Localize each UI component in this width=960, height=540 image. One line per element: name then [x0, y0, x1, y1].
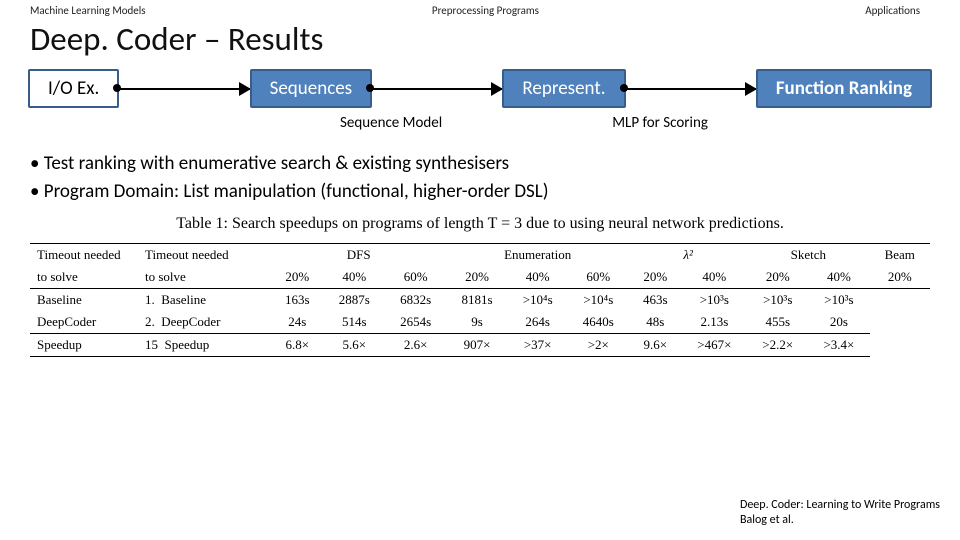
- flow-node-represent: Represent.: [502, 69, 625, 108]
- citation-line: Deep. Coder: Learning to Write Programs: [740, 498, 940, 513]
- th: 40%: [682, 266, 748, 289]
- td: 8181s: [446, 289, 507, 312]
- td: 455s: [747, 311, 808, 334]
- table-main: Timeout needed DFS Enumeration λ² Sketch…: [138, 243, 930, 357]
- td: 163s: [271, 289, 324, 312]
- label-ml-models: Machine Learning Models: [30, 4, 146, 17]
- flow-sublabels: Sequence Model MLP for Scoring: [0, 112, 960, 146]
- dot-icon: [113, 84, 121, 92]
- dot-icon: [620, 84, 628, 92]
- citation: Deep. Coder: Learning to Write Programs …: [740, 498, 940, 528]
- table-left-stub: Timeout needed to solve Baseline DeepCod…: [30, 243, 138, 357]
- td: 48s: [629, 311, 682, 334]
- td: 9s: [446, 311, 507, 334]
- td: >37×: [508, 334, 568, 357]
- th: 20%: [271, 266, 324, 289]
- td: 2. DeepCoder: [138, 311, 271, 334]
- th: to solve: [30, 266, 138, 289]
- td: 514s: [324, 311, 385, 334]
- td: 24s: [271, 311, 324, 334]
- td: 907×: [446, 334, 507, 357]
- arrow-icon: [372, 88, 502, 90]
- flow-sublabel-mlp: MLP for Scoring: [612, 114, 708, 132]
- td: 20s: [808, 311, 869, 334]
- td: 264s: [508, 311, 568, 334]
- th: 20%: [629, 266, 682, 289]
- flow-sublabel-sequence-model: Sequence Model: [340, 114, 442, 132]
- bullet-list: Test ranking with enumerative search & e…: [0, 146, 960, 215]
- td: >10⁴s: [568, 289, 629, 312]
- th: 40%: [808, 266, 869, 289]
- td: DeepCoder: [30, 311, 138, 334]
- th: Enumeration: [446, 244, 629, 267]
- th: λ²: [629, 244, 747, 267]
- td: 4640s: [568, 311, 629, 334]
- th: 40%: [324, 266, 385, 289]
- bullet-item: Program Domain: List manipulation (funct…: [30, 178, 960, 206]
- label-applications: Applications: [865, 4, 920, 17]
- arrow-icon: [626, 88, 756, 90]
- th: Sketch: [747, 244, 869, 267]
- citation-line: Balog et al.: [740, 513, 940, 528]
- table-caption: Table 1: Search speedups on programs of …: [30, 215, 930, 233]
- td: >10³s: [682, 289, 748, 312]
- td: >10⁴s: [508, 289, 568, 312]
- td: 1. Baseline: [138, 289, 271, 312]
- td: 6.8×: [271, 334, 324, 357]
- th: 20%: [870, 266, 930, 289]
- td: Speedup: [30, 334, 138, 357]
- td: 2654s: [385, 311, 446, 334]
- flow-diagram: I/O Ex. Sequences Represent. Function Ra…: [0, 69, 960, 112]
- td: >467×: [682, 334, 748, 357]
- th: 40%: [508, 266, 568, 289]
- top-labels: Machine Learning Models Preprocessing Pr…: [0, 0, 960, 17]
- td: 9.6×: [629, 334, 682, 357]
- th: Beam: [870, 244, 930, 267]
- th: DFS: [271, 244, 446, 267]
- dot-icon: [366, 84, 374, 92]
- th: Timeout needed: [138, 244, 271, 267]
- arrow-icon: [119, 88, 249, 90]
- td: 2887s: [324, 289, 385, 312]
- td: 5.6×: [324, 334, 385, 357]
- td: >3.4×: [808, 334, 869, 357]
- td: >2×: [568, 334, 629, 357]
- bullet-item: Test ranking with enumerative search & e…: [30, 150, 960, 178]
- flow-node-sequences: Sequences: [250, 69, 373, 108]
- td: Baseline: [30, 289, 138, 312]
- td: >10³s: [747, 289, 808, 312]
- td: 6832s: [385, 289, 446, 312]
- td: >10³s: [808, 289, 869, 312]
- th: 60%: [385, 266, 446, 289]
- th: to solve: [138, 266, 271, 289]
- td: 2.13s: [682, 311, 748, 334]
- td: 463s: [629, 289, 682, 312]
- th: 20%: [446, 266, 507, 289]
- td: >2.2×: [747, 334, 808, 357]
- flow-node-io-ex: I/O Ex.: [28, 69, 119, 108]
- label-preprocessing: Preprocessing Programs: [432, 4, 539, 17]
- th: 20%: [747, 266, 808, 289]
- th: 60%: [568, 266, 629, 289]
- page-title: Deep. Coder – Results: [0, 17, 960, 69]
- results-table: Table 1: Search speedups on programs of …: [0, 215, 960, 357]
- td: 2.6×: [385, 334, 446, 357]
- td: 15 Speedup: [138, 334, 271, 357]
- flow-node-function-ranking: Function Ranking: [756, 69, 932, 108]
- th: Timeout needed: [30, 244, 138, 267]
